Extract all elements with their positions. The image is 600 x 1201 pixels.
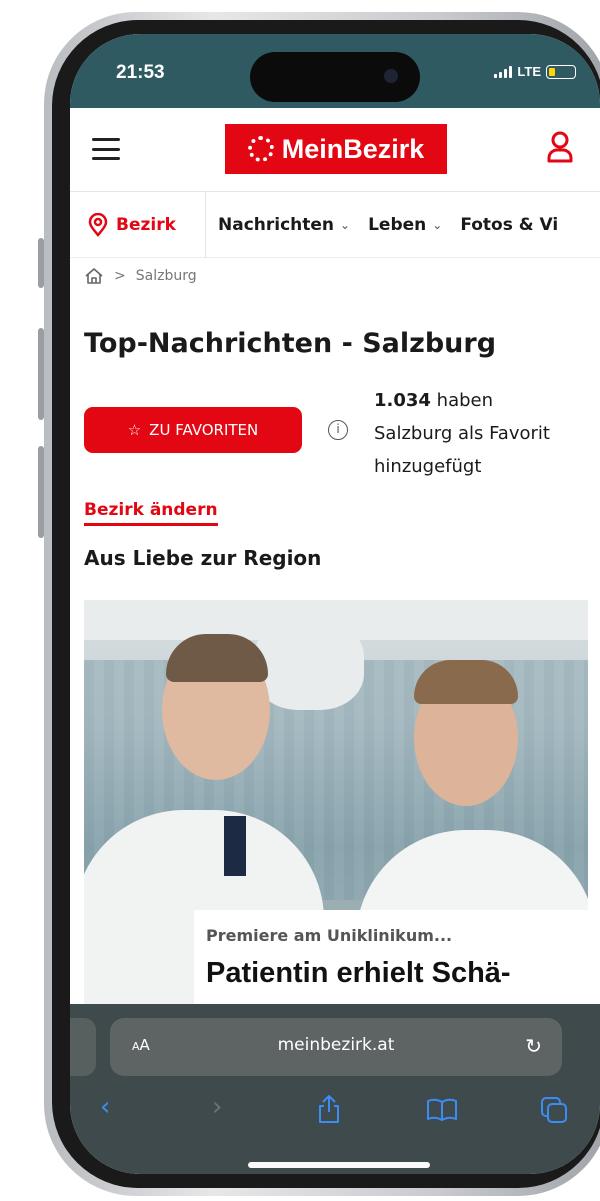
photo-doctor-1-tie	[224, 816, 246, 876]
breadcrumb-current[interactable]: Salzburg	[136, 268, 197, 284]
add-favorite-button[interactable]: ☆ ZU FAVORITEN	[84, 407, 302, 453]
photo-doctor-2-hair	[414, 660, 518, 704]
favorite-text-2: Salzburg als Favorit	[374, 423, 550, 444]
nav-item-nachrichten[interactable]: Nachrichten ⌄	[218, 215, 350, 235]
user-icon[interactable]	[546, 130, 574, 164]
photo-doctor-1-hair	[166, 634, 268, 682]
favorite-count-text: 1.034 haben Salzburg als Favorit hinzuge…	[374, 384, 600, 483]
share-icon[interactable]	[317, 1094, 341, 1124]
nav-items: Nachrichten ⌄ Leben ⌄ Fotos & Vi	[218, 192, 558, 258]
logo-mark-icon	[247, 136, 274, 162]
home-icon[interactable]	[84, 267, 104, 285]
change-district-link[interactable]: Bezirk ändern	[84, 500, 218, 526]
address-bar[interactable]: AA meinbezirk.at ↻	[110, 1018, 562, 1076]
favorite-count: 1.034	[374, 390, 431, 411]
nav-item-label: Nachrichten	[218, 215, 335, 235]
article-card[interactable]: Premiere am Uniklinikum... Patientin erh…	[84, 600, 588, 1010]
status-time: 21:53	[116, 62, 165, 83]
article-kicker: Premiere am Uniklinikum...	[206, 926, 453, 945]
site-header: MeinBezirk	[70, 108, 600, 192]
chevron-down-icon: ⌄	[340, 218, 351, 232]
nav-item-leben[interactable]: Leben ⌄	[368, 215, 442, 235]
section-heading: Aus Liebe zur Region	[84, 546, 322, 570]
favorite-text-1: haben	[430, 390, 494, 411]
battery-icon	[546, 64, 576, 79]
forward-icon[interactable]: ›	[212, 1092, 222, 1122]
breadcrumb: > Salzburg	[84, 264, 197, 288]
logo-text: MeinBezirk	[281, 133, 425, 164]
nav-item-label: Leben	[368, 215, 427, 235]
main-nav: Bezirk Nachrichten ⌄ Leben ⌄ Fotos & Vi	[70, 192, 600, 258]
nav-bezirk-label: Bezirk	[116, 215, 176, 235]
network-label: LTE	[517, 64, 541, 79]
info-icon[interactable]: i	[328, 420, 348, 440]
article-caption: Premiere am Uniklinikum... Patientin erh…	[194, 910, 588, 1010]
bookmarks-icon[interactable]	[426, 1098, 458, 1122]
star-icon: ☆	[127, 421, 142, 439]
nav-item-label: Fotos & Vi	[460, 215, 559, 235]
back-icon[interactable]: ‹	[100, 1092, 110, 1122]
nav-item-fotos[interactable]: Fotos & Vi	[460, 215, 558, 235]
tabs-icon[interactable]	[540, 1096, 568, 1124]
photo-surgical-lamp	[254, 620, 364, 710]
hamburger-icon[interactable]	[92, 138, 120, 160]
url-text: meinbezirk.at	[277, 1035, 395, 1055]
camera-icon	[384, 69, 398, 83]
status-indicators: LTE	[494, 64, 576, 79]
phone-screen: 21:53 LTE MeinBezirk Bezirk Nachrichten …	[70, 34, 600, 1174]
favorite-text-3: hinzugefügt	[374, 456, 482, 477]
reload-icon[interactable]: ↻	[525, 1034, 542, 1058]
add-favorite-label: ZU FAVORITEN	[149, 421, 259, 439]
status-bar: 21:53 LTE	[70, 34, 600, 108]
page-title: Top-Nachrichten - Salzburg	[84, 328, 497, 359]
previous-tab-preview[interactable]	[70, 1018, 96, 1076]
nav-bezirk[interactable]: Bezirk	[70, 192, 206, 258]
browser-bar: AA meinbezirk.at ↻ ‹ ›	[70, 1004, 600, 1174]
dynamic-island	[250, 52, 420, 102]
location-pin-icon	[88, 213, 108, 237]
site-logo[interactable]: MeinBezirk	[225, 124, 447, 174]
browser-toolbar: ‹ ›	[70, 1090, 600, 1130]
breadcrumb-separator: >	[114, 268, 126, 284]
signal-icon	[494, 65, 513, 78]
article-title[interactable]: Patientin erhielt Schä-	[206, 957, 576, 990]
chevron-down-icon: ⌄	[432, 218, 443, 232]
home-indicator[interactable]	[248, 1162, 430, 1168]
